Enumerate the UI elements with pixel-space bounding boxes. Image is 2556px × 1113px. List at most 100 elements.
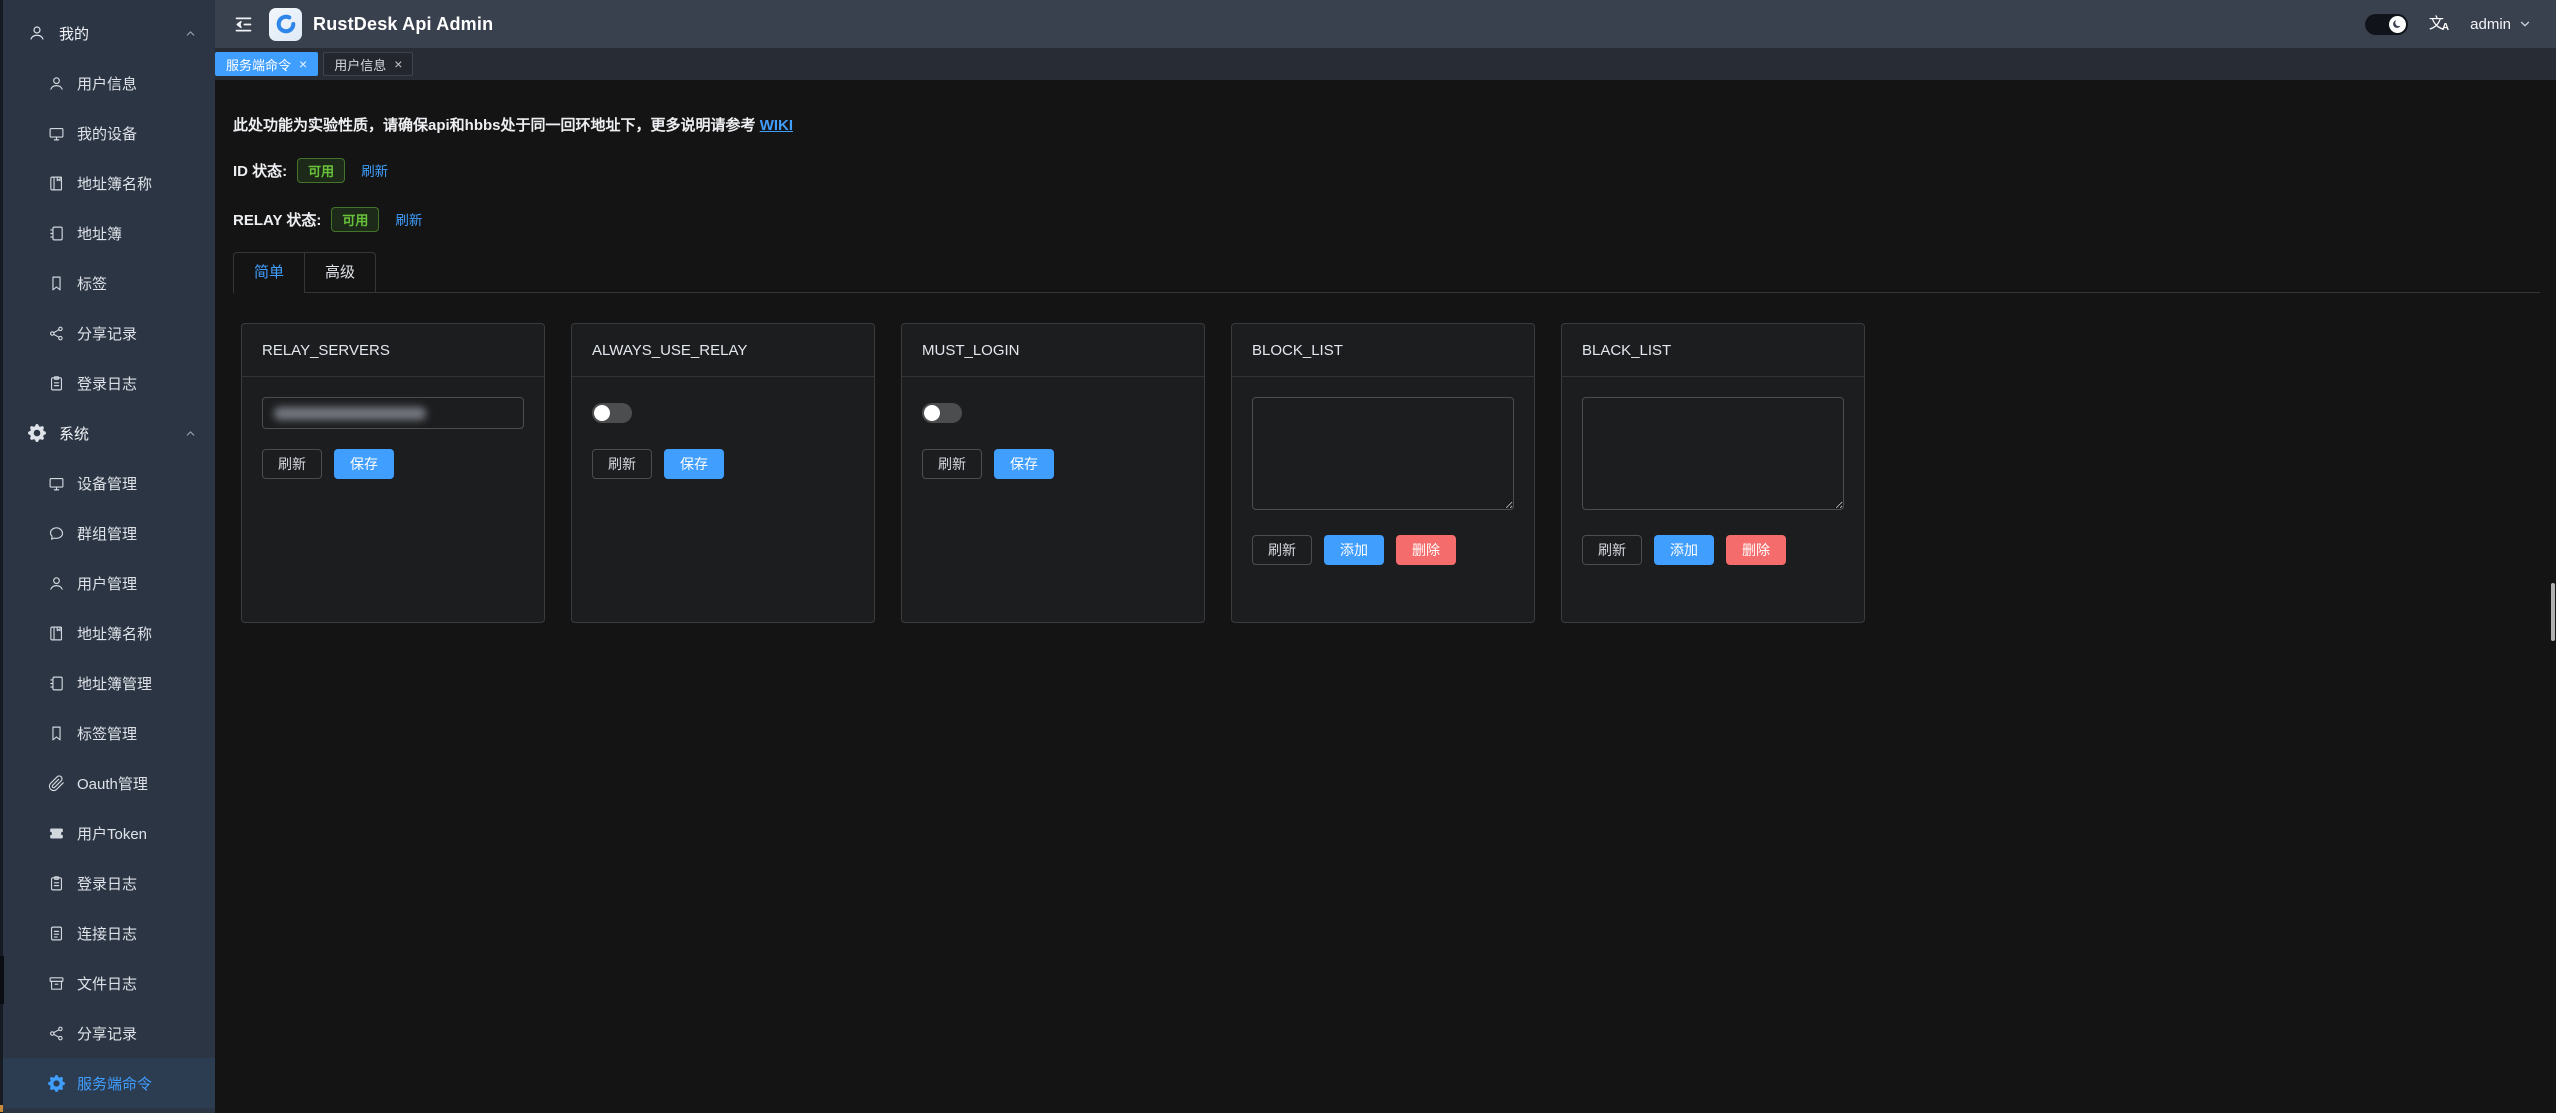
topbar: RustDesk Api Admin 文A admin <box>215 0 2556 48</box>
clipboard-icon <box>48 875 65 892</box>
status-badge: 可用 <box>297 158 345 183</box>
user-menu[interactable]: admin <box>2470 16 2532 33</box>
card-title: BLACK_LIST <box>1562 324 1864 377</box>
chevron-up-icon <box>184 427 197 440</box>
save-button[interactable]: 保存 <box>664 449 724 479</box>
sidebar-item-addressbook-names-mgmt[interactable]: 地址簿名称 <box>0 608 215 658</box>
view-tabstrip: 服务端命令 × 用户信息 × <box>215 48 2556 80</box>
dark-mode-toggle[interactable] <box>2365 14 2408 35</box>
close-icon[interactable]: × <box>394 57 402 71</box>
sidebar-scrollbar-thumb[interactable] <box>0 956 4 1004</box>
page-scrollbar-thumb[interactable] <box>2551 583 2555 641</box>
collapse-sidebar-icon[interactable] <box>233 14 254 35</box>
book-icon <box>48 175 65 192</box>
monitor-icon <box>48 475 65 492</box>
notebook-icon <box>48 225 65 242</box>
ticket-icon <box>48 825 65 842</box>
sidebar-item-addressbook[interactable]: 地址簿 <box>0 208 215 258</box>
always-use-relay-toggle[interactable] <box>592 403 632 423</box>
sidebar-item-addressbook-names[interactable]: 地址簿名称 <box>0 158 215 208</box>
sidebar-item-connection-logs[interactable]: 连接日志 <box>0 908 215 958</box>
refresh-button[interactable]: 刷新 <box>262 449 322 479</box>
tab-simple[interactable]: 简单 <box>233 252 305 292</box>
sidebar-item-tag-mgmt[interactable]: 标签管理 <box>0 708 215 758</box>
refresh-button[interactable]: 刷新 <box>1582 535 1642 565</box>
sidebar: 我的 用户信息 我的设备 地址簿名称 地址簿 标签 分享记录 登录日志 系统 设… <box>0 0 215 1113</box>
card-black-list: BLACK_LIST 刷新 添加 删除 <box>1561 323 1865 623</box>
user-icon <box>48 575 65 592</box>
refresh-link[interactable]: 刷新 <box>361 160 388 180</box>
mode-tabs: 简单 高级 <box>233 252 2540 293</box>
must-login-toggle[interactable] <box>922 403 962 423</box>
artifact-dot <box>0 1105 3 1112</box>
sidebar-item-group-mgmt[interactable]: 群组管理 <box>0 508 215 558</box>
document-icon <box>48 925 65 942</box>
sidebar-item-addressbook-mgmt[interactable]: 地址簿管理 <box>0 658 215 708</box>
refresh-link[interactable]: 刷新 <box>395 209 422 229</box>
save-button[interactable]: 保存 <box>334 449 394 479</box>
sidebar-item-server-commands[interactable]: 服务端命令 <box>0 1058 215 1108</box>
id-status-row: ID 状态: 可用 刷新 <box>233 157 2540 183</box>
sidebar-group-system[interactable]: 系统 <box>0 408 215 458</box>
sidebar-item-user-mgmt[interactable]: 用户管理 <box>0 558 215 608</box>
sidebar-item-my-devices[interactable]: 我的设备 <box>0 108 215 158</box>
id-status-label: ID 状态: <box>233 160 287 181</box>
monitor-icon <box>48 125 65 142</box>
relay-status-row: RELAY 状态: 可用 刷新 <box>233 206 2540 232</box>
sidebar-item-share-records-admin[interactable]: 分享记录 <box>0 1008 215 1058</box>
redacted-value <box>274 407 426 420</box>
sidebar-item-login-logs-admin[interactable]: 登录日志 <box>0 858 215 908</box>
sidebar-item-user-token[interactable]: 用户Token <box>0 808 215 858</box>
card-title: ALWAYS_USE_RELAY <box>572 324 874 377</box>
language-icon[interactable]: 文A <box>2429 16 2449 33</box>
chevron-down-icon <box>2518 17 2532 31</box>
sidebar-item-oauth-mgmt[interactable]: Oauth管理 <box>0 758 215 808</box>
sidebar-scrollbar-track <box>0 0 3 1113</box>
book-icon <box>48 625 65 642</box>
sidebar-group-mine[interactable]: 我的 <box>0 8 215 58</box>
chat-icon <box>48 525 65 542</box>
sidebar-item-login-logs[interactable]: 登录日志 <box>0 358 215 408</box>
chevron-up-icon <box>184 27 197 40</box>
gear-icon <box>28 424 46 442</box>
topbar-actions: 文A admin <box>2365 14 2556 35</box>
block-list-textarea[interactable] <box>1252 397 1514 510</box>
username: admin <box>2470 16 2511 33</box>
sidebar-item-user-info[interactable]: 用户信息 <box>0 58 215 108</box>
delete-button[interactable]: 删除 <box>1396 535 1456 565</box>
share-icon <box>48 1025 65 1042</box>
share-icon <box>48 325 65 342</box>
sidebar-item-tags[interactable]: 标签 <box>0 258 215 308</box>
wiki-link[interactable]: WIKI <box>760 117 793 134</box>
archive-icon <box>48 975 65 992</box>
notebook-icon <box>48 675 65 692</box>
status-badge: 可用 <box>331 207 379 232</box>
save-button[interactable]: 保存 <box>994 449 1054 479</box>
app-window: 我的 用户信息 我的设备 地址簿名称 地址簿 标签 分享记录 登录日志 系统 设… <box>0 0 2556 1113</box>
add-button[interactable]: 添加 <box>1324 535 1384 565</box>
rustdesk-logo <box>269 8 302 41</box>
tab-advanced[interactable]: 高级 <box>305 252 376 292</box>
add-button[interactable]: 添加 <box>1654 535 1714 565</box>
sidebar-item-share-records[interactable]: 分享记录 <box>0 308 215 358</box>
close-icon[interactable]: × <box>299 57 307 71</box>
gear-icon <box>48 1075 65 1092</box>
settings-cards: RELAY_SERVERS 刷新 保存 ALWAYS_USE_RELAY <box>233 323 2540 623</box>
refresh-button[interactable]: 刷新 <box>922 449 982 479</box>
refresh-button[interactable]: 刷新 <box>592 449 652 479</box>
user-icon <box>48 75 65 92</box>
experimental-notice: 此处功能为实验性质，请确保api和hbbs处于同一回环地址下，更多说明请参考 W… <box>233 114 2540 135</box>
sidebar-item-file-logs[interactable]: 文件日志 <box>0 958 215 1008</box>
view-tab-user-info[interactable]: 用户信息 × <box>323 52 413 76</box>
delete-button[interactable]: 删除 <box>1726 535 1786 565</box>
view-tab-server-commands[interactable]: 服务端命令 × <box>215 52 318 76</box>
sidebar-item-device-mgmt[interactable]: 设备管理 <box>0 458 215 508</box>
card-must-login: MUST_LOGIN 刷新 保存 <box>901 323 1205 623</box>
black-list-textarea[interactable] <box>1582 397 1844 510</box>
relay-status-label: RELAY 状态: <box>233 209 321 230</box>
card-title: MUST_LOGIN <box>902 324 1204 377</box>
relay-servers-input[interactable] <box>262 397 524 429</box>
refresh-button[interactable]: 刷新 <box>1252 535 1312 565</box>
main-content: 此处功能为实验性质，请确保api和hbbs处于同一回环地址下，更多说明请参考 W… <box>215 80 2556 1113</box>
card-relay-servers: RELAY_SERVERS 刷新 保存 <box>241 323 545 623</box>
